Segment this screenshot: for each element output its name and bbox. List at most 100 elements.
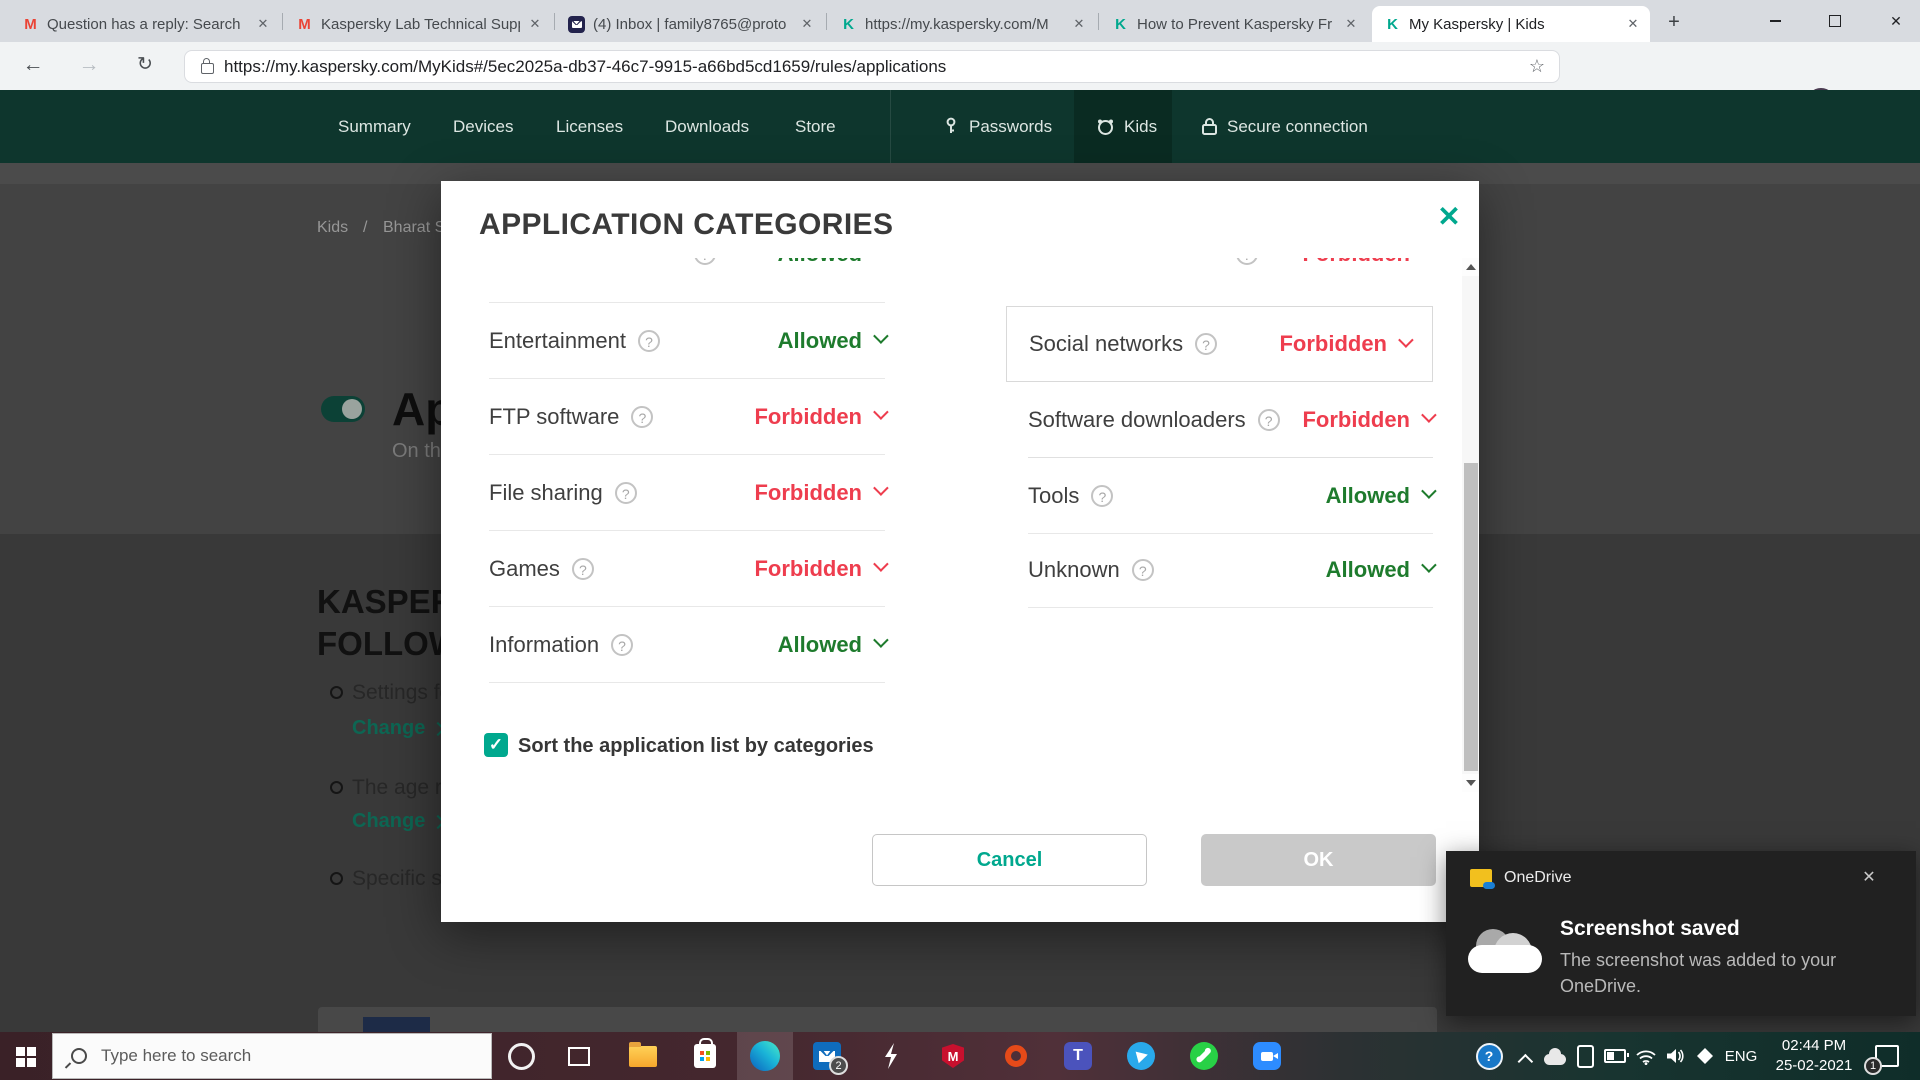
close-icon[interactable] [1342, 15, 1360, 33]
task-view-icon[interactable] [564, 1041, 596, 1071]
search-icon [71, 1048, 87, 1064]
action-center-icon[interactable]: 1 [1864, 1041, 1902, 1075]
phone-tray-icon[interactable] [1570, 1041, 1600, 1071]
add-favorite-star-icon[interactable] [1529, 56, 1545, 77]
window-close-button[interactable] [1872, 0, 1920, 42]
whatsapp-icon[interactable] [1189, 1041, 1219, 1071]
close-icon[interactable] [1070, 15, 1088, 33]
breadcrumb[interactable]: Kids [317, 219, 348, 237]
scroll-down-icon[interactable] [1462, 774, 1479, 792]
help-icon[interactable] [637, 329, 660, 352]
category-value-dropdown[interactable]: Forbidden [754, 480, 889, 506]
browser-tab-bar: M Question has a reply: Search M Kaspers… [0, 0, 1920, 42]
cortana-icon[interactable] [506, 1041, 536, 1071]
breadcrumb-current: Bharat Sa [383, 219, 441, 236]
taskbar-clock[interactable]: 02:44 PM 25-02-2021 [1768, 1036, 1860, 1076]
help-icon[interactable] [1236, 258, 1258, 265]
close-icon[interactable] [254, 15, 272, 33]
tab-gmail-support[interactable]: M Kaspersky Lab Technical Supp [284, 6, 552, 42]
modal-scrollbar[interactable] [1462, 258, 1479, 792]
help-icon[interactable] [614, 481, 637, 504]
category-value-dropdown[interactable]: Allowed [778, 258, 885, 267]
wifi-icon[interactable] [1631, 1041, 1661, 1071]
window-minimize-button[interactable] [1752, 0, 1798, 42]
nav-secure-connection[interactable]: Secure connection [1201, 90, 1368, 163]
category-row-social-networks-highlighted[interactable]: Social networks Forbidden [1006, 306, 1433, 382]
nav-kids[interactable]: Kids [1096, 90, 1157, 163]
file-explorer-icon[interactable] [628, 1041, 658, 1071]
edge-icon[interactable] [750, 1041, 780, 1071]
categories-scroll-area: Allowed Forbidden Entertainment Allowed [441, 258, 1460, 792]
breadcrumb-kids[interactable]: Kids [317, 219, 348, 236]
category-value-dropdown[interactable]: Allowed [1326, 483, 1437, 509]
close-icon[interactable] [798, 15, 816, 33]
window-restore-button[interactable] [1812, 0, 1858, 42]
category-value-dropdown[interactable]: Allowed [778, 632, 889, 658]
change-link-1[interactable]: Change [352, 717, 446, 740]
lightning-app-icon[interactable] [876, 1041, 906, 1071]
microsoft-store-icon[interactable] [690, 1038, 720, 1071]
nav-summary[interactable]: Summary [338, 90, 411, 163]
battery-icon[interactable] [1600, 1041, 1630, 1071]
nav-devices[interactable]: Devices [453, 90, 513, 163]
refresh-icon[interactable]: ↻ [128, 48, 162, 82]
taskbar-search[interactable] [52, 1033, 492, 1079]
chevron-up-icon[interactable] [1512, 1044, 1542, 1074]
tab-protonmail[interactable]: (4) Inbox | family8765@proto [556, 6, 824, 42]
new-tab-button[interactable] [1662, 10, 1686, 34]
language-indicator[interactable]: ENG [1722, 1041, 1760, 1071]
application-control-toggle[interactable] [321, 396, 365, 422]
start-button[interactable] [16, 1047, 36, 1067]
category-value-dropdown[interactable]: Allowed [1326, 557, 1437, 583]
back-icon[interactable]: ← [16, 48, 50, 82]
scrollbar-thumb[interactable] [1463, 463, 1478, 771]
tab-my-kaspersky-kids-active[interactable]: K My Kaspersky | Kids [1372, 6, 1650, 42]
change-link-2[interactable]: Change [352, 810, 446, 833]
zoom-icon[interactable] [1252, 1041, 1282, 1071]
dropbox-tray-icon[interactable] [1690, 1041, 1720, 1071]
scroll-up-icon[interactable] [1462, 258, 1479, 276]
sort-checkbox[interactable] [484, 733, 508, 757]
mcafee-icon[interactable]: M [938, 1041, 968, 1071]
category-value-dropdown[interactable]: Forbidden [1302, 407, 1437, 433]
search-input[interactable] [99, 1045, 443, 1067]
ok-button[interactable]: OK [1201, 834, 1436, 886]
help-icon[interactable] [631, 405, 654, 428]
help-icon[interactable] [571, 557, 594, 580]
address-bar[interactable]: https://my.kaspersky.com/MyKids#/5ec2025… [184, 50, 1560, 83]
nav-store[interactable]: Store [795, 90, 836, 163]
help-icon[interactable] [1195, 333, 1218, 355]
help-icon[interactable] [1131, 558, 1154, 581]
nav-licenses[interactable]: Licenses [556, 90, 623, 163]
teams-icon[interactable]: T [1063, 1041, 1093, 1071]
volume-icon[interactable] [1660, 1041, 1690, 1071]
category-value-dropdown[interactable]: Allowed [778, 328, 889, 354]
category-value-dropdown[interactable]: Forbidden [754, 404, 889, 430]
help-tray-icon[interactable]: ? [1474, 1041, 1504, 1071]
onedrive-tray-icon[interactable] [1540, 1044, 1570, 1074]
lock-icon[interactable] [201, 58, 214, 74]
url-text[interactable]: https://my.kaspersky.com/MyKids#/5ec2025… [224, 57, 1515, 77]
tab-how-to-prevent[interactable]: K How to Prevent Kaspersky Fr [1100, 6, 1368, 42]
close-icon[interactable] [526, 15, 544, 33]
help-icon[interactable] [1257, 408, 1280, 431]
help-icon[interactable] [694, 258, 716, 265]
close-icon[interactable] [1624, 15, 1642, 33]
telegram-icon[interactable] [1126, 1041, 1156, 1071]
help-icon[interactable] [1091, 484, 1114, 507]
forward-icon[interactable]: → [72, 48, 106, 82]
tab-gmail-question[interactable]: M Question has a reply: Search [10, 6, 280, 42]
cancel-button[interactable]: Cancel [872, 834, 1147, 886]
tab-kaspersky-url[interactable]: K https://my.kaspersky.com/M [828, 6, 1096, 42]
category-value-dropdown[interactable]: Forbidden [1302, 258, 1433, 267]
nav-downloads[interactable]: Downloads [665, 90, 749, 163]
help-icon[interactable] [611, 633, 634, 656]
category-value-dropdown[interactable]: Forbidden [1279, 331, 1414, 357]
category-value-dropdown[interactable]: Forbidden [754, 556, 889, 582]
toast-close-icon[interactable] [1854, 863, 1884, 893]
category-label: FTP software [489, 403, 620, 429]
modal-close-icon[interactable] [1431, 199, 1467, 235]
mail-icon[interactable]: 2 [812, 1041, 848, 1075]
nav-passwords[interactable]: Passwords [942, 90, 1052, 163]
office-ring-icon[interactable] [1001, 1041, 1031, 1071]
